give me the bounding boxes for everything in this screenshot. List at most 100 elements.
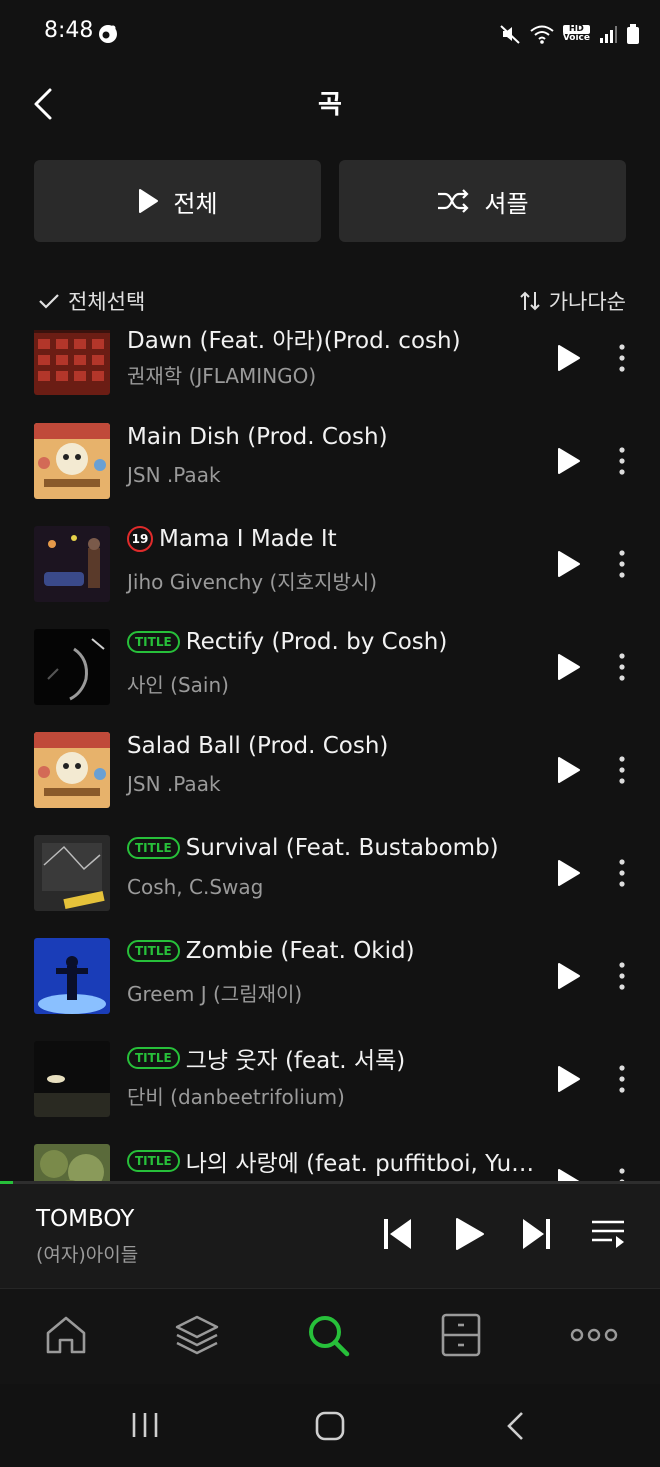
more-vertical-icon[interactable] — [612, 343, 632, 373]
song-title-text: Salad Ball (Prod. Cosh) — [127, 733, 389, 759]
list-toolbar: 전체선택 가나다순 — [0, 282, 660, 322]
play-icon[interactable] — [556, 344, 582, 372]
sort-label: 가나다순 — [548, 290, 626, 314]
header: 곡 — [0, 68, 660, 140]
system-back-icon[interactable] — [504, 1410, 528, 1442]
song-title: TITLE 그냥 웃자 (feat. 서록) — [127, 1041, 405, 1075]
playlist-queue-icon[interactable] — [590, 1216, 626, 1252]
home-icon[interactable] — [44, 1313, 88, 1357]
song-artist: JSN .Paak — [127, 463, 221, 487]
song-artist: Greem J (그림재이) — [127, 982, 303, 1006]
system-home-icon[interactable] — [314, 1410, 346, 1442]
play-icon[interactable] — [556, 859, 582, 887]
song-title: TITLE Survival (Feat. Bustabomb) — [127, 835, 499, 861]
bottom-navigation — [0, 1288, 660, 1385]
more-vertical-icon[interactable] — [612, 652, 632, 682]
play-icon[interactable] — [556, 962, 582, 990]
play-icon[interactable] — [556, 1065, 582, 1093]
library-icon[interactable] — [175, 1313, 219, 1357]
explicit-19-badge: 19 — [127, 526, 153, 552]
song-title-text: 나의 사랑에 (feat. puffitboi, Yu… — [185, 1151, 535, 1177]
album-art — [34, 835, 110, 911]
song-title-text: 그냥 웃자 (feat. 서록) — [185, 1048, 406, 1074]
title-track-badge: TITLE — [127, 837, 180, 859]
song-row[interactable]: Main Dish (Prod. Cosh) JSN .Paak — [0, 409, 660, 512]
song-row[interactable]: 19 Mama I Made It Jiho Givenchy (지호지방시) — [0, 512, 660, 615]
notification-dot-icon — [99, 25, 117, 43]
album-art — [34, 330, 110, 395]
song-row[interactable]: TITLE 그냥 웃자 (feat. 서록) 단비 (danbeetrifoli… — [0, 1027, 660, 1130]
song-artist: 단비 (danbeetrifolium) — [127, 1085, 345, 1109]
song-artist: Cosh, C.Swag — [127, 875, 264, 899]
more-vertical-icon[interactable] — [612, 961, 632, 991]
song-title-text: Dawn (Feat. 아라)(Prod. cosh) — [127, 330, 461, 354]
album-art — [34, 938, 110, 1014]
album-art — [34, 1144, 110, 1183]
song-title-text: Zombie (Feat. Okid) — [185, 938, 415, 964]
song-artist: Jiho Givenchy (지호지방시) — [127, 570, 378, 594]
song-row[interactable]: TITLE Zombie (Feat. Okid) Greem J (그림재이) — [0, 924, 660, 1027]
signal-icon — [600, 26, 617, 43]
song-row[interactable]: TITLE 나의 사랑에 (feat. puffitboi, Yu… — [0, 1130, 660, 1183]
song-artist: 권재학 (JFLAMINGO) — [127, 364, 317, 388]
voice-label: Voice — [562, 33, 590, 43]
title-track-badge: TITLE — [127, 940, 180, 962]
select-all-label: 전체선택 — [68, 290, 146, 314]
sort-button[interactable]: 가나다순 — [519, 286, 626, 316]
wifi-icon — [530, 25, 554, 44]
shuffle-icon — [438, 189, 469, 213]
song-row[interactable]: TITLE Rectify (Prod. by Cosh) 사인 (Sain) — [0, 615, 660, 718]
play-icon[interactable] — [556, 756, 582, 784]
more-vertical-icon[interactable] — [612, 446, 632, 476]
song-title: TITLE Rectify (Prod. by Cosh) — [127, 629, 447, 655]
song-row[interactable]: Dawn (Feat. 아라)(Prod. cosh) 권재학 (JFLAMIN… — [0, 330, 660, 409]
play-all-button[interactable]: 전체 — [34, 160, 321, 242]
play-icon[interactable] — [556, 550, 582, 578]
play-icon[interactable] — [454, 1216, 486, 1252]
title-track-badge: TITLE — [127, 631, 180, 653]
song-artist: 사인 (Sain) — [127, 673, 229, 697]
album-art — [34, 732, 110, 808]
sort-icon — [520, 291, 540, 311]
song-row[interactable]: Salad Ball (Prod. Cosh) JSN .Paak — [0, 718, 660, 821]
storage-icon[interactable] — [439, 1313, 483, 1357]
hd-voice-badge: HD Voice — [562, 25, 590, 43]
battery-icon — [627, 24, 639, 44]
song-artist: JSN .Paak — [127, 772, 221, 796]
album-art — [34, 629, 110, 705]
album-art — [34, 423, 110, 499]
more-vertical-icon[interactable] — [612, 755, 632, 785]
song-title-text: Rectify (Prod. by Cosh) — [185, 629, 448, 655]
title-track-badge: TITLE — [127, 1150, 180, 1172]
now-playing-artist: (여자)아이들 — [36, 1244, 139, 1266]
next-track-icon[interactable] — [520, 1216, 552, 1252]
song-title: Dawn (Feat. 아라)(Prod. cosh) — [127, 330, 461, 355]
page-title: 곡 — [318, 90, 342, 120]
shuffle-button[interactable]: 셔플 — [339, 160, 626, 242]
song-row[interactable]: TITLE Survival (Feat. Bustabomb) Cosh, C… — [0, 821, 660, 924]
song-title: Main Dish (Prod. Cosh) — [127, 424, 388, 450]
shuffle-label: 셔플 — [484, 189, 529, 218]
play-icon — [139, 189, 159, 213]
play-icon[interactable] — [556, 653, 582, 681]
check-icon — [39, 294, 59, 309]
recent-apps-icon[interactable] — [130, 1410, 160, 1440]
search-icon[interactable] — [306, 1313, 350, 1357]
song-title-text: Main Dish (Prod. Cosh) — [127, 424, 388, 450]
more-vertical-icon[interactable] — [612, 1064, 632, 1094]
previous-track-icon[interactable] — [382, 1216, 414, 1252]
song-title: Salad Ball (Prod. Cosh) — [127, 733, 388, 759]
system-navigation — [0, 1384, 660, 1467]
select-all-button[interactable]: 전체선택 — [38, 286, 145, 316]
mute-icon — [500, 25, 520, 44]
more-vertical-icon[interactable] — [612, 858, 632, 888]
more-icon[interactable] — [570, 1313, 618, 1357]
now-playing-title: TOMBOY — [36, 1206, 135, 1232]
more-vertical-icon[interactable] — [612, 549, 632, 579]
play-icon[interactable] — [556, 447, 582, 475]
album-art — [34, 526, 110, 602]
title-track-badge: TITLE — [127, 1047, 180, 1069]
song-title: TITLE Zombie (Feat. Okid) — [127, 938, 415, 964]
mini-player[interactable]: TOMBOY (여자)아이들 — [0, 1184, 660, 1288]
play-all-label: 전체 — [173, 189, 218, 218]
